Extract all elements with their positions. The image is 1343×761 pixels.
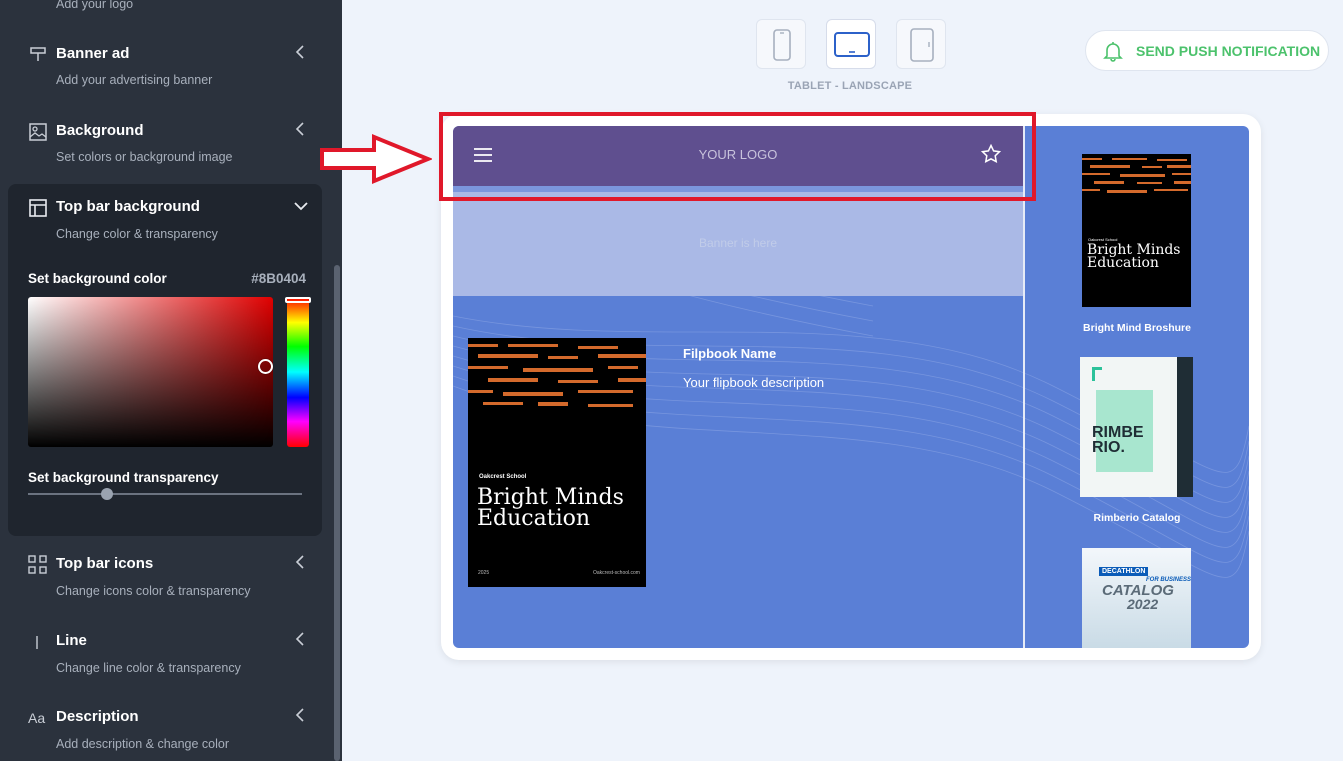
transparency-label: Set background transparency — [28, 470, 219, 485]
thumb-brand: DECATHLON — [1099, 567, 1149, 576]
tablet-landscape-icon — [834, 32, 870, 57]
grid-icon — [28, 555, 47, 574]
color-picker-handle[interactable] — [258, 359, 273, 374]
cover-title: Bright Minds Education — [477, 485, 624, 531]
arrow-right-icon — [320, 134, 432, 184]
cover-site: Oakcrest-school.com — [593, 570, 640, 576]
rimberio-logo-icon — [1092, 367, 1102, 381]
transparency-slider-thumb[interactable] — [101, 488, 113, 500]
thumb-rimberio-line1: RIMBE — [1092, 424, 1144, 441]
hex-value[interactable]: #8B0404 — [251, 271, 306, 286]
sidebar-item-subtitle: Add your advertising banner — [56, 73, 213, 87]
phone-icon — [773, 29, 791, 61]
cover-pattern — [468, 344, 646, 407]
device-phone-button[interactable] — [756, 19, 806, 69]
sidebar-item-top-bar-icons[interactable]: Top bar icons Change icons color & trans… — [0, 550, 342, 610]
text-icon: Aa — [28, 710, 46, 726]
thumbnail-caption: Rimberio Catalog — [1093, 512, 1181, 524]
chevron-left-icon[interactable] — [294, 45, 306, 59]
chevron-left-icon[interactable] — [294, 632, 306, 646]
hue-slider[interactable] — [287, 297, 309, 447]
sidebar-item-title: Line — [56, 632, 87, 649]
thumb-title-line2: Education — [1087, 255, 1159, 271]
flipbook-description: Your flipbook description — [683, 375, 825, 390]
thumb-side-stripe — [1177, 357, 1193, 497]
thumbnail-rimberio[interactable]: RIMBE RIO. — [1080, 357, 1193, 497]
send-push-notification-button[interactable]: SEND PUSH NOTIFICATION — [1085, 30, 1329, 71]
saturation-value-picker[interactable] — [28, 297, 273, 447]
preview-screen: YOUR LOGO Banner is here Oakcrest School… — [453, 126, 1249, 648]
sidebar-item-subtitle: Change color & transparency — [56, 227, 218, 241]
highlight-box — [439, 112, 1036, 201]
thumb-pattern — [1082, 158, 1191, 193]
hue-slider-handle[interactable] — [285, 297, 311, 303]
sidebar-item-title: Top bar icons — [56, 555, 154, 572]
sidebar-item-description[interactable]: Aa Description Add description & change … — [0, 703, 342, 761]
bell-icon — [1103, 42, 1123, 62]
set-color-label: Set background color — [28, 271, 167, 286]
device-tablet-portrait-button[interactable] — [896, 19, 946, 69]
sidebar-item-banner-ad[interactable]: Banner ad Add your advertising banner — [0, 40, 342, 100]
cover-title-line1: Bright Minds — [477, 485, 624, 510]
device-label: TABLET - LANDSCAPE — [787, 80, 913, 92]
sidebar-item-background[interactable]: Background Set colors or background imag… — [0, 117, 342, 177]
main-flipbook-cover[interactable]: Oakcrest School Bright Minds Education 2… — [468, 338, 646, 587]
line-icon — [36, 636, 38, 649]
sidebar-item-subtitle: Set colors or background image — [56, 150, 233, 164]
sidebar-item-subtitle: Add description & change color — [56, 737, 230, 751]
thumb-catalog-year: 2022 — [1127, 596, 1159, 612]
thumbnail-decathlon[interactable]: DECATHLON FOR BUSINESS CATALOG 2022 — [1082, 548, 1191, 648]
thumb-rimberio-title: RIMBE RIO. — [1092, 424, 1144, 456]
sidebar-item-title: Banner ad — [56, 45, 130, 62]
sidebar-item-title: Description — [56, 708, 139, 725]
logo-subtitle: Add your logo — [56, 0, 134, 11]
settings-sidebar: Add your logo Banner ad Add your adverti… — [0, 0, 342, 761]
tablet-portrait-icon — [910, 28, 934, 62]
banner-ad-area[interactable]: Banner is here — [453, 192, 1023, 296]
chevron-left-icon[interactable] — [294, 708, 306, 722]
banner-text: Banner is here — [698, 236, 778, 250]
cover-title-line2: Education — [477, 506, 591, 531]
thumbnail-caption: Bright Mind Broshure — [1083, 322, 1191, 334]
sidebar-item-subtitle: Change line color & transparency — [56, 661, 241, 675]
chevron-left-icon[interactable] — [294, 555, 306, 569]
thumb-title: Bright Minds Education — [1087, 243, 1181, 271]
push-button-label: SEND PUSH NOTIFICATION — [1136, 43, 1321, 59]
flipbook-name: Filpbook Name — [683, 346, 777, 361]
sidebar-item-title: Top bar background — [56, 198, 200, 215]
sidebar-item-subtitle: Change icons color & transparency — [56, 584, 251, 598]
layout-icon — [29, 199, 47, 217]
chevron-left-icon[interactable] — [294, 122, 306, 136]
cover-school: Oakcrest School — [479, 474, 527, 480]
sidebar-item-line[interactable]: Line Change line color & transparency — [0, 627, 342, 687]
cover-year: 2025 — [478, 570, 490, 576]
transparency-slider[interactable] — [28, 493, 302, 495]
sidebar-scrollbar[interactable] — [334, 265, 340, 761]
sidebar-item-top-bar-background[interactable]: Top bar background Change color & transp… — [0, 193, 342, 243]
image-icon — [29, 123, 47, 141]
thumb-rimberio-line2: RIO. — [1092, 439, 1125, 456]
sidebar-item-title: Background — [56, 122, 144, 139]
panel-divider — [1023, 126, 1025, 648]
banner-icon — [30, 47, 46, 61]
thumbnail-bright-mind[interactable]: Oakcrest School Bright Minds Education — [1082, 154, 1191, 307]
device-tablet-landscape-button[interactable] — [826, 19, 876, 69]
chevron-down-icon[interactable] — [294, 199, 308, 213]
